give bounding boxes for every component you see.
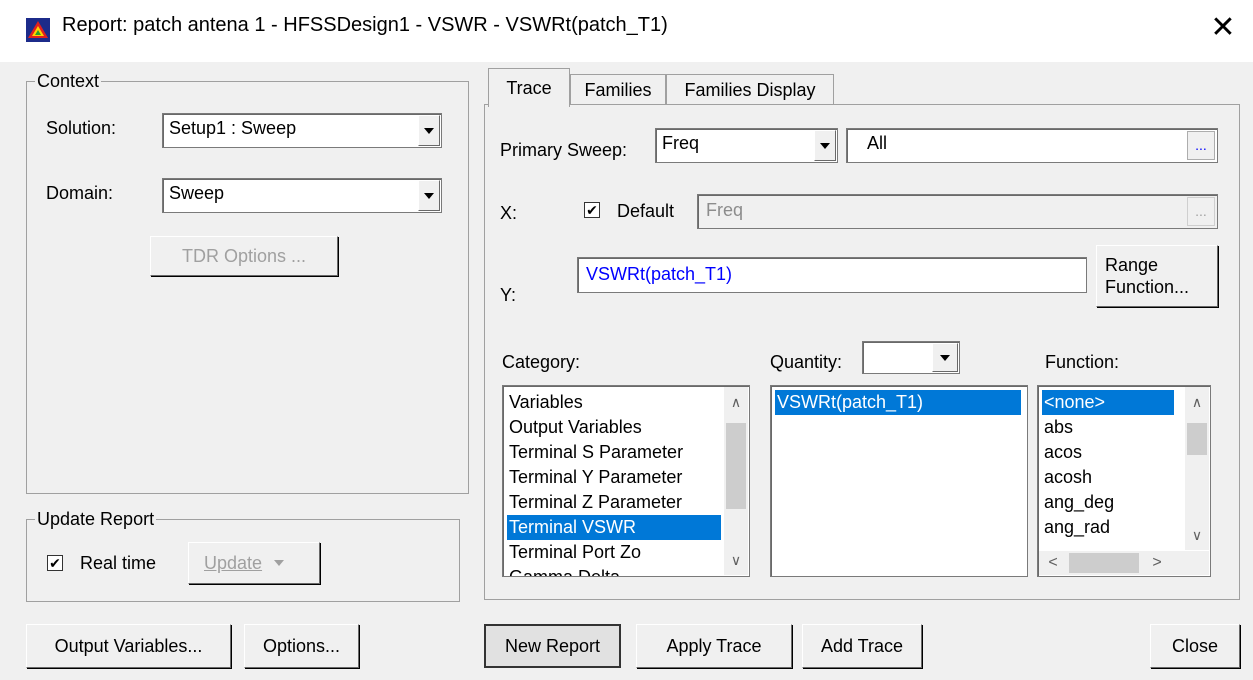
- update-button-label: Update: [204, 552, 263, 573]
- range-function-line2: Function...: [1105, 277, 1190, 297]
- quantity-listbox[interactable]: VSWRt(patch_T1): [770, 385, 1028, 577]
- function-scrollbar[interactable]: ∧ ∨: [1185, 387, 1209, 550]
- scroll-left-icon[interactable]: <: [1043, 551, 1063, 575]
- sweep-range-field[interactable]: All ...: [846, 128, 1218, 163]
- solution-select[interactable]: Setup1 : Sweep: [162, 113, 442, 148]
- hscroll-thumb[interactable]: [1069, 553, 1139, 573]
- update-report-legend: Update Report: [37, 509, 155, 529]
- chevron-down-icon[interactable]: [418, 180, 440, 211]
- list-item-selected[interactable]: Terminal VSWR: [507, 515, 721, 540]
- domain-select-value: Sweep: [169, 183, 225, 203]
- category-label: Category:: [502, 352, 581, 372]
- range-function-line1: Range: [1105, 255, 1159, 275]
- category-listbox[interactable]: Variables Output Variables Terminal S Pa…: [502, 385, 750, 577]
- list-item-selected[interactable]: VSWRt(patch_T1): [775, 390, 1021, 415]
- window-title: Report: patch antena 1 - HFSSDesign1 - V…: [62, 14, 668, 36]
- list-item[interactable]: Gamma Delta: [507, 565, 721, 576]
- x-ellipsis-button: ...: [1187, 197, 1215, 226]
- chevron-down-icon[interactable]: [814, 130, 836, 161]
- primary-sweep-label: Primary Sweep:: [500, 140, 628, 160]
- realtime-checkbox[interactable]: ✔: [47, 555, 63, 571]
- list-item[interactable]: Terminal Y Parameter: [507, 465, 721, 490]
- y-label: Y:: [500, 285, 517, 305]
- list-item-selected[interactable]: <none>: [1042, 390, 1174, 415]
- sweep-range-value: All: [867, 133, 888, 153]
- x-field: Freq ...: [697, 194, 1218, 229]
- hfss-app-icon: [26, 18, 50, 42]
- close-button[interactable]: Close: [1150, 624, 1240, 668]
- primary-sweep-select[interactable]: Freq: [655, 128, 838, 163]
- category-scrollbar[interactable]: ∧ ∨: [724, 387, 748, 575]
- new-report-button[interactable]: New Report: [484, 624, 621, 668]
- active-tab-joiner: [489, 103, 569, 106]
- range-function-button[interactable]: Range Function...: [1096, 245, 1218, 307]
- solution-label: Solution:: [46, 118, 117, 138]
- scroll-down-icon[interactable]: ∨: [724, 549, 748, 571]
- list-item[interactable]: ang_rad: [1042, 515, 1174, 540]
- x-field-value: Freq: [706, 200, 744, 220]
- scroll-down-icon[interactable]: ∨: [1185, 524, 1209, 546]
- y-expression-value: VSWRt(patch_T1): [586, 264, 733, 284]
- scroll-up-icon[interactable]: ∧: [724, 391, 748, 413]
- quantity-label: Quantity:: [770, 352, 843, 372]
- realtime-label: Real time: [80, 553, 157, 573]
- function-label: Function:: [1045, 352, 1120, 372]
- list-item[interactable]: Variables: [507, 390, 721, 415]
- apply-trace-button[interactable]: Apply Trace: [636, 624, 792, 668]
- scroll-up-icon[interactable]: ∧: [1185, 391, 1209, 413]
- x-default-checkbox[interactable]: ✔: [584, 202, 600, 218]
- function-listbox[interactable]: <none> abs acos acosh ang_deg ang_rad ∧ …: [1037, 385, 1211, 577]
- scroll-thumb[interactable]: [1187, 423, 1207, 455]
- domain-select[interactable]: Sweep: [162, 178, 442, 213]
- y-expression-input[interactable]: VSWRt(patch_T1): [577, 257, 1087, 293]
- update-button[interactable]: Update: [188, 542, 320, 584]
- quantity-filter-select[interactable]: [862, 341, 960, 374]
- primary-sweep-value: Freq: [662, 133, 700, 153]
- list-item[interactable]: ang_deg: [1042, 490, 1174, 515]
- options-button[interactable]: Options...: [244, 624, 359, 668]
- function-hscrollbar[interactable]: < >: [1039, 551, 1209, 575]
- x-label: X:: [500, 203, 518, 223]
- list-item[interactable]: Terminal S Parameter: [507, 440, 721, 465]
- dropdown-arrow-icon: [274, 560, 285, 566]
- output-variables-button[interactable]: Output Variables...: [26, 624, 231, 668]
- context-legend: Context: [37, 71, 100, 91]
- list-item[interactable]: acos: [1042, 440, 1174, 465]
- list-item[interactable]: Terminal Port Zo: [507, 540, 721, 565]
- chevron-down-icon[interactable]: [932, 343, 958, 372]
- solution-select-value: Setup1 : Sweep: [169, 118, 297, 138]
- list-item[interactable]: abs: [1042, 415, 1174, 440]
- tdr-options-button[interactable]: TDR Options ...: [150, 236, 338, 276]
- sweep-range-ellipsis-button[interactable]: ...: [1187, 131, 1215, 160]
- scroll-right-icon[interactable]: >: [1147, 551, 1167, 575]
- tab-families[interactable]: Families: [570, 74, 666, 106]
- list-item[interactable]: Output Variables: [507, 415, 721, 440]
- list-item[interactable]: Terminal Z Parameter: [507, 490, 721, 515]
- close-window-icon[interactable]: ✕: [1200, 6, 1246, 52]
- domain-label: Domain:: [46, 183, 114, 203]
- chevron-down-icon[interactable]: [418, 115, 440, 146]
- x-default-label: Default: [617, 201, 675, 221]
- scroll-thumb[interactable]: [726, 423, 746, 509]
- add-trace-button[interactable]: Add Trace: [802, 624, 922, 668]
- list-item[interactable]: acosh: [1042, 465, 1174, 490]
- tab-trace[interactable]: Trace: [488, 68, 570, 107]
- tab-families-display[interactable]: Families Display: [666, 74, 834, 106]
